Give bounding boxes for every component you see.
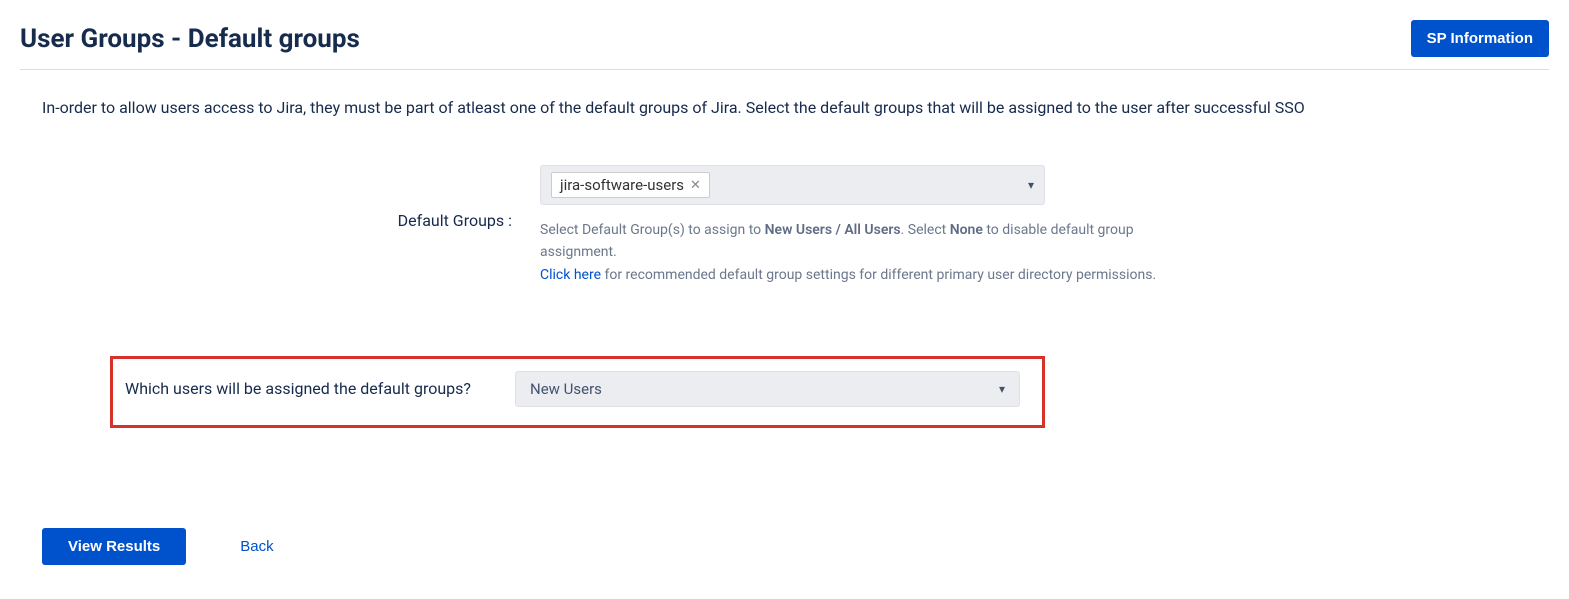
chevron-down-icon: ▾	[999, 382, 1005, 396]
view-results-button[interactable]: View Results	[42, 528, 186, 565]
default-groups-select[interactable]: jira-software-users ✕ ▾	[540, 165, 1045, 205]
chevron-down-icon: ▾	[1028, 178, 1034, 192]
page-title: User Groups - Default groups	[20, 24, 360, 54]
click-here-link[interactable]: Click here	[540, 267, 601, 283]
default-groups-helper: Select Default Group(s) to assign to New…	[540, 219, 1160, 286]
intro-text: In-order to allow users access to Jira, …	[20, 98, 1549, 117]
group-chip[interactable]: jira-software-users ✕	[551, 172, 710, 198]
back-link[interactable]: Back	[234, 537, 279, 556]
sp-information-button[interactable]: SP Information	[1411, 20, 1549, 57]
group-chip-label: jira-software-users	[560, 176, 684, 194]
assign-users-select[interactable]: New Users ▾	[515, 371, 1020, 407]
default-groups-label: Default Groups :	[20, 165, 540, 230]
assign-users-selected-value: New Users	[530, 380, 602, 398]
assign-users-label: Which users will be assigned the default…	[125, 376, 515, 402]
assign-users-highlight: Which users will be assigned the default…	[110, 356, 1045, 428]
remove-chip-icon[interactable]: ✕	[690, 178, 701, 193]
